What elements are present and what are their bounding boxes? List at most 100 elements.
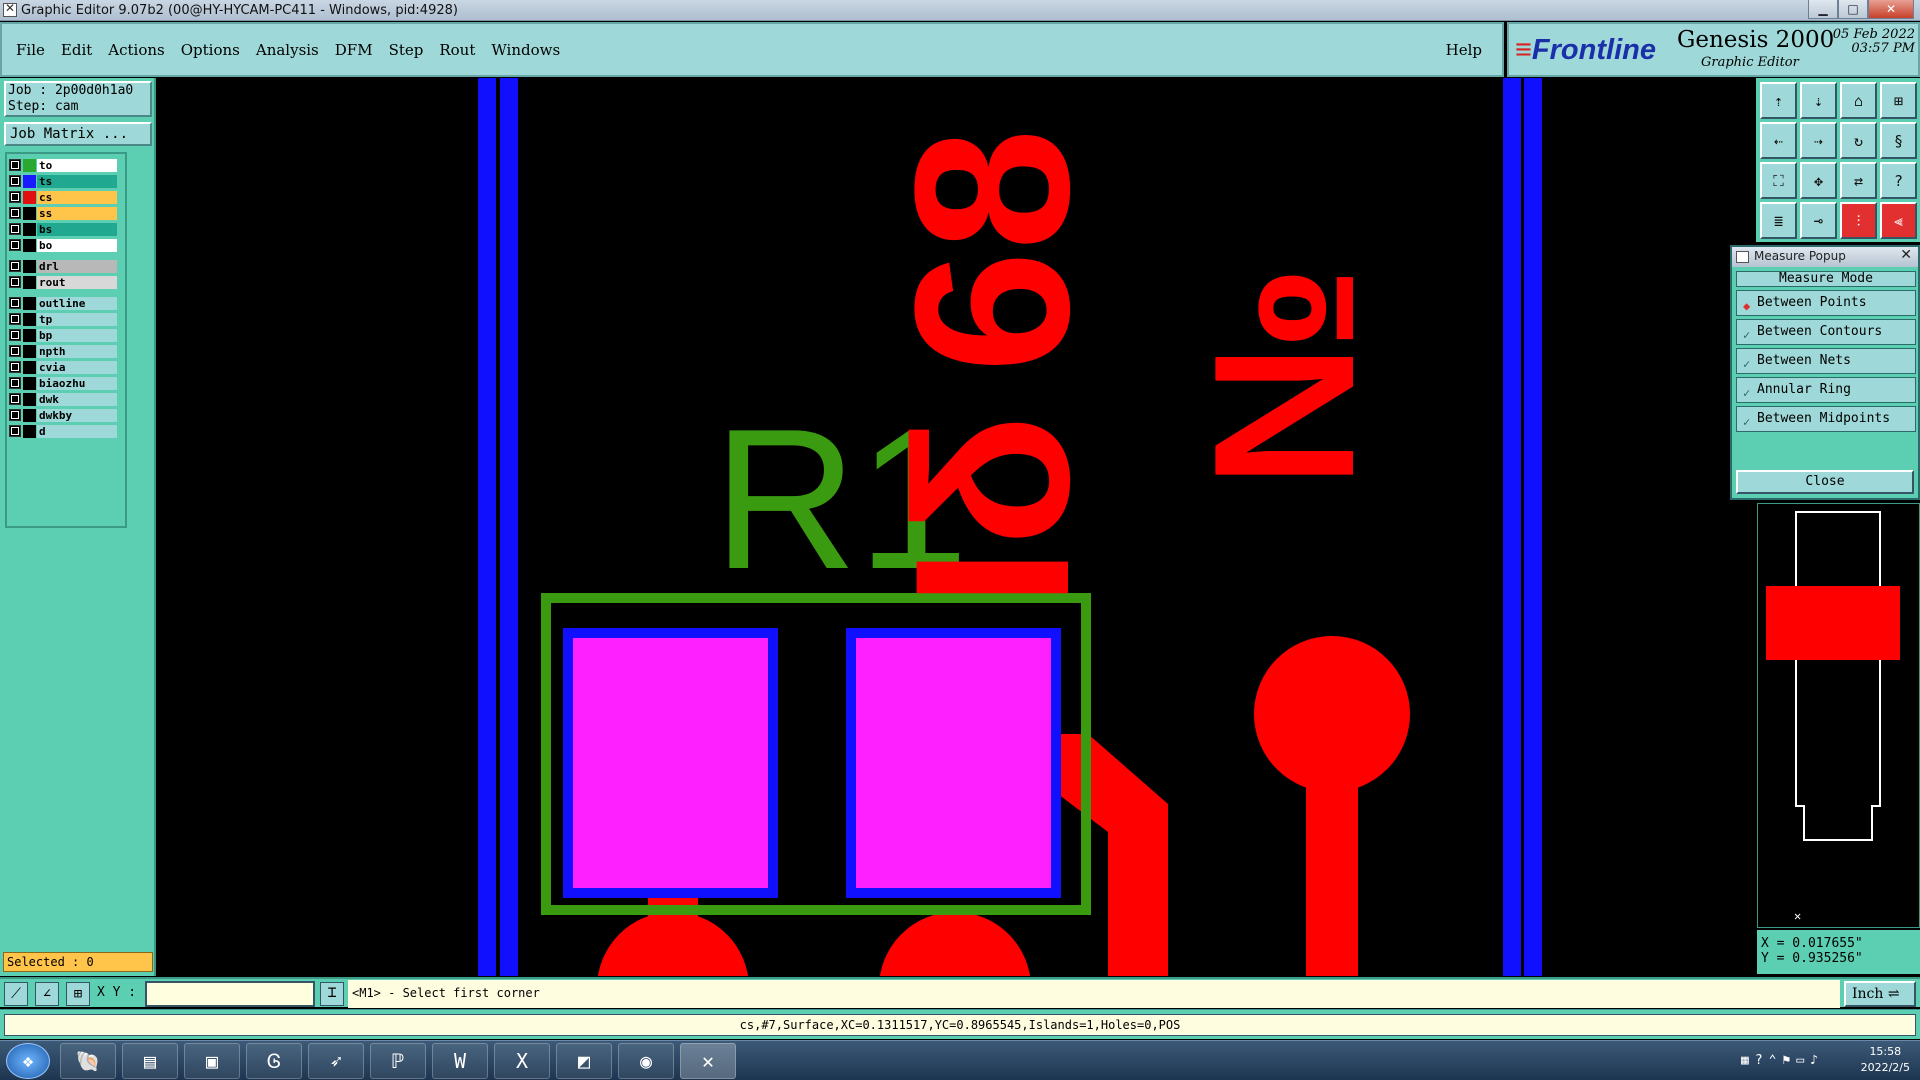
layer-row-bo[interactable]: bo: [9, 238, 117, 252]
layer-checkbox[interactable]: [9, 345, 21, 357]
word-app-icon[interactable]: W: [432, 1043, 488, 1079]
layer-checkbox[interactable]: [9, 329, 21, 341]
layer-name[interactable]: dwkby: [37, 408, 117, 422]
layer-checkbox[interactable]: [9, 159, 21, 171]
mode-between-contours[interactable]: ✓ Between Contours: [1736, 319, 1916, 345]
layer-name[interactable]: npth: [37, 344, 117, 358]
layer-name[interactable]: to: [37, 158, 117, 172]
menu-edit[interactable]: Edit: [53, 41, 100, 59]
window-split-icon[interactable]: ⊞: [1880, 82, 1917, 119]
layer-name[interactable]: biaozhu: [37, 376, 117, 390]
layer-checkbox[interactable]: [9, 260, 21, 272]
cad-app-icon[interactable]: Ꮆ: [246, 1043, 302, 1079]
layer-name[interactable]: cvia: [37, 360, 117, 374]
menu-rout[interactable]: Rout: [431, 41, 483, 59]
eraser-app-icon[interactable]: ◩: [556, 1043, 612, 1079]
genesis-app-icon[interactable]: ✕: [680, 1043, 736, 1079]
start-button[interactable]: ❖: [6, 1043, 50, 1079]
tray-clock[interactable]: 15:58 2022/2/5: [1861, 1044, 1910, 1076]
layer-row-cvia[interactable]: cvia: [9, 360, 117, 374]
pan-right-icon[interactable]: ⇢: [1800, 122, 1837, 159]
layer-checkbox[interactable]: [9, 313, 21, 325]
home-icon[interactable]: ⌂: [1840, 82, 1877, 119]
layer-name[interactable]: ss: [37, 206, 117, 220]
shell-app-icon[interactable]: 🐚: [60, 1043, 116, 1079]
zoom-center-icon[interactable]: ✥: [1800, 162, 1837, 199]
layer-row-bs[interactable]: bs: [9, 222, 117, 236]
layer-name[interactable]: outline: [37, 296, 117, 310]
layer-row-rout[interactable]: rout: [9, 275, 117, 289]
zoom-fit-icon[interactable]: ⛶: [1760, 162, 1797, 199]
layer-row-ss[interactable]: ss: [9, 206, 117, 220]
layer-checkbox[interactable]: [9, 239, 21, 251]
pan-down-icon[interactable]: ⇣: [1800, 82, 1837, 119]
layer-row-dwk[interactable]: dwk: [9, 392, 117, 406]
close-icon[interactable]: ✕: [1900, 247, 1912, 263]
mode-between-nets[interactable]: ✓ Between Nets: [1736, 348, 1916, 374]
layer-row-biaozhu[interactable]: biaozhu: [9, 376, 117, 390]
eye-app-icon[interactable]: ◉: [618, 1043, 674, 1079]
layer-row-cs[interactable]: cs: [9, 190, 117, 204]
net-icon[interactable]: ⫶: [1840, 202, 1877, 239]
menu-actions[interactable]: Actions: [100, 41, 172, 59]
layer-checkbox[interactable]: [9, 425, 21, 437]
cursor-icon[interactable]: ⌶: [320, 982, 344, 1006]
pan-up-icon[interactable]: ⇡: [1760, 82, 1797, 119]
layer-row-drl[interactable]: drl: [9, 259, 117, 273]
job-matrix-button[interactable]: Job Matrix ...: [4, 122, 152, 146]
layer-row-d[interactable]: d: [9, 424, 117, 438]
menu-analysis[interactable]: Analysis: [248, 41, 327, 59]
layer-row-bp[interactable]: bp: [9, 328, 117, 342]
overview-map[interactable]: ✕: [1757, 503, 1920, 928]
menu-file[interactable]: File: [8, 41, 53, 59]
layer-row-npth[interactable]: npth: [9, 344, 117, 358]
layer-name[interactable]: rout: [37, 275, 117, 289]
graphics-canvas[interactable]: R1 Ιδ 68 №: [158, 78, 1756, 976]
layer-checkbox[interactable]: [9, 276, 21, 288]
layer-name[interactable]: drl: [37, 259, 117, 273]
save-app-icon[interactable]: ▣: [184, 1043, 240, 1079]
snap-icon[interactable]: §: [1880, 122, 1917, 159]
menu-help[interactable]: Help: [1438, 41, 1490, 59]
redraw-icon[interactable]: ↻: [1840, 122, 1877, 159]
draw-angle-icon[interactable]: ∠: [35, 982, 59, 1006]
overview-svg[interactable]: ✕: [1758, 504, 1919, 927]
layer-checkbox[interactable]: [9, 393, 21, 405]
layer-name[interactable]: ts: [37, 174, 117, 188]
menu-options[interactable]: Options: [173, 41, 248, 59]
menu-dfm[interactable]: DFM: [327, 41, 381, 59]
layer-checkbox[interactable]: [9, 207, 21, 219]
layer-checkbox[interactable]: [9, 223, 21, 235]
layer-checkbox[interactable]: [9, 409, 21, 421]
layer-row-tp[interactable]: tp: [9, 312, 117, 326]
layer-checkbox[interactable]: [9, 297, 21, 309]
layer-checkbox[interactable]: [9, 191, 21, 203]
notepad-app-icon[interactable]: ▤: [122, 1043, 178, 1079]
p-app-icon[interactable]: ℙ: [370, 1043, 426, 1079]
grid-icon[interactable]: ⊞: [66, 982, 90, 1006]
measure-icon[interactable]: ⊸: [1800, 202, 1837, 239]
layer-checkbox[interactable]: [9, 361, 21, 373]
measure-close-button[interactable]: Close: [1736, 470, 1914, 494]
maximize-button[interactable]: □: [1838, 0, 1868, 19]
unit-selector[interactable]: Inch ⇌: [1844, 981, 1916, 1007]
xy-input[interactable]: [145, 981, 315, 1007]
layer-row-outline[interactable]: outline: [9, 296, 117, 310]
layer-row-to[interactable]: to: [9, 158, 117, 172]
mode-between-points[interactable]: ◆ Between Points: [1736, 290, 1916, 316]
layer-name[interactable]: d: [37, 424, 117, 438]
layer-row-ts[interactable]: ts: [9, 174, 117, 188]
layer-checkbox[interactable]: [9, 175, 21, 187]
close-window-button[interactable]: ✕: [1868, 0, 1914, 19]
excel-app-icon[interactable]: X: [494, 1043, 550, 1079]
mode-between-midpoints[interactable]: ✓ Between Midpoints: [1736, 406, 1916, 432]
stack-icon[interactable]: ≣: [1760, 202, 1797, 239]
layer-name[interactable]: dwk: [37, 392, 117, 406]
feather-app-icon[interactable]: ➶: [308, 1043, 364, 1079]
layer-name[interactable]: bp: [37, 328, 117, 342]
tray-icons[interactable]: ▦?⌃⚑▭♪: [1741, 1053, 1824, 1068]
layer-name[interactable]: bs: [37, 222, 117, 236]
pan-left-icon[interactable]: ⇠: [1760, 122, 1797, 159]
mode-annular-ring[interactable]: ✓ Annular Ring: [1736, 377, 1916, 403]
layer-name[interactable]: cs: [37, 190, 117, 204]
